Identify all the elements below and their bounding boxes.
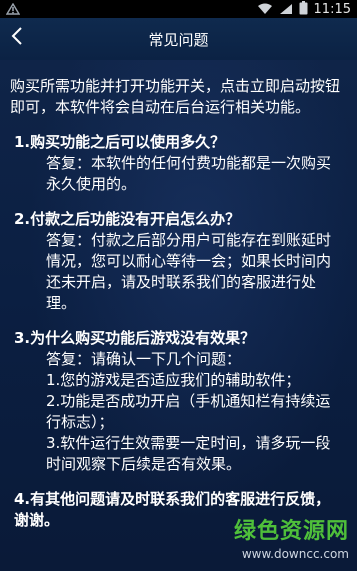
battery-icon	[299, 0, 308, 19]
faq-item: 2.付款之后功能没有开启怎么办？ 答复：付款之后部分用户可能存在到账延时情况，您…	[10, 209, 345, 314]
watermark-name: 绿色资源网	[233, 519, 349, 544]
notification-icon	[5, 0, 21, 19]
watermark: 绿色资源网 www.downcc.com	[219, 513, 349, 561]
faq-question: 2.付款之后功能没有开启怎么办？	[14, 210, 241, 228]
faq-answer-line: 2.功能是否成功开启（手机通知栏有持续运行标志）；	[46, 392, 331, 431]
faq-answer: 答复：付款之后部分用户可能存在到账延时情况，您可以耐心等待一会；如果长时间内还未…	[46, 231, 332, 312]
faq-item: 3.为什么购买功能后游戏没有效果？ 答复：请确认一下几个问题： 1.您的游戏是否…	[10, 328, 345, 475]
wifi-icon	[257, 0, 273, 19]
faq-question: 1.购买功能之后可以使用多久？	[14, 133, 226, 151]
faq-question: 3.为什么购买功能后游戏没有效果？	[14, 329, 256, 347]
faq-answer: 答复：请确认一下几个问题：	[46, 350, 242, 368]
back-arrow-icon	[11, 27, 23, 49]
faq-content: 购买所需功能并打开功能开关，点击立即启动按钮即可，本软件将会自动在后台运行相关功…	[0, 60, 357, 571]
status-right: 11:15	[257, 0, 351, 19]
faq-item: 1.购买功能之后可以使用多久？ 答复：本软件的任何付费功能都是一次购买永久使用的…	[10, 132, 345, 195]
faq-answer-line: 1.您的游戏是否适应我们的辅助软件；	[46, 371, 301, 389]
intro-text: 购买所需功能并打开功能开关，点击立即启动按钮即可，本软件将会自动在后台运行相关功…	[10, 77, 341, 116]
signal-icon	[279, 0, 293, 19]
title-bar: 常见问题	[0, 18, 357, 60]
faq-answer-line: 3.软件运行生效需要一定时间，请多玩一段时间观察下后续是否有效果。	[46, 434, 331, 473]
watermark-url: www.downcc.com	[241, 547, 349, 561]
page-title: 常见问题	[148, 30, 209, 49]
clock: 11:15	[313, 1, 351, 17]
status-bar: 11:15	[0, 0, 357, 18]
back-button[interactable]	[6, 27, 28, 49]
faq-answer: 答复：本软件的任何付费功能都是一次购买永久使用的。	[46, 154, 332, 193]
status-left	[5, 0, 21, 19]
